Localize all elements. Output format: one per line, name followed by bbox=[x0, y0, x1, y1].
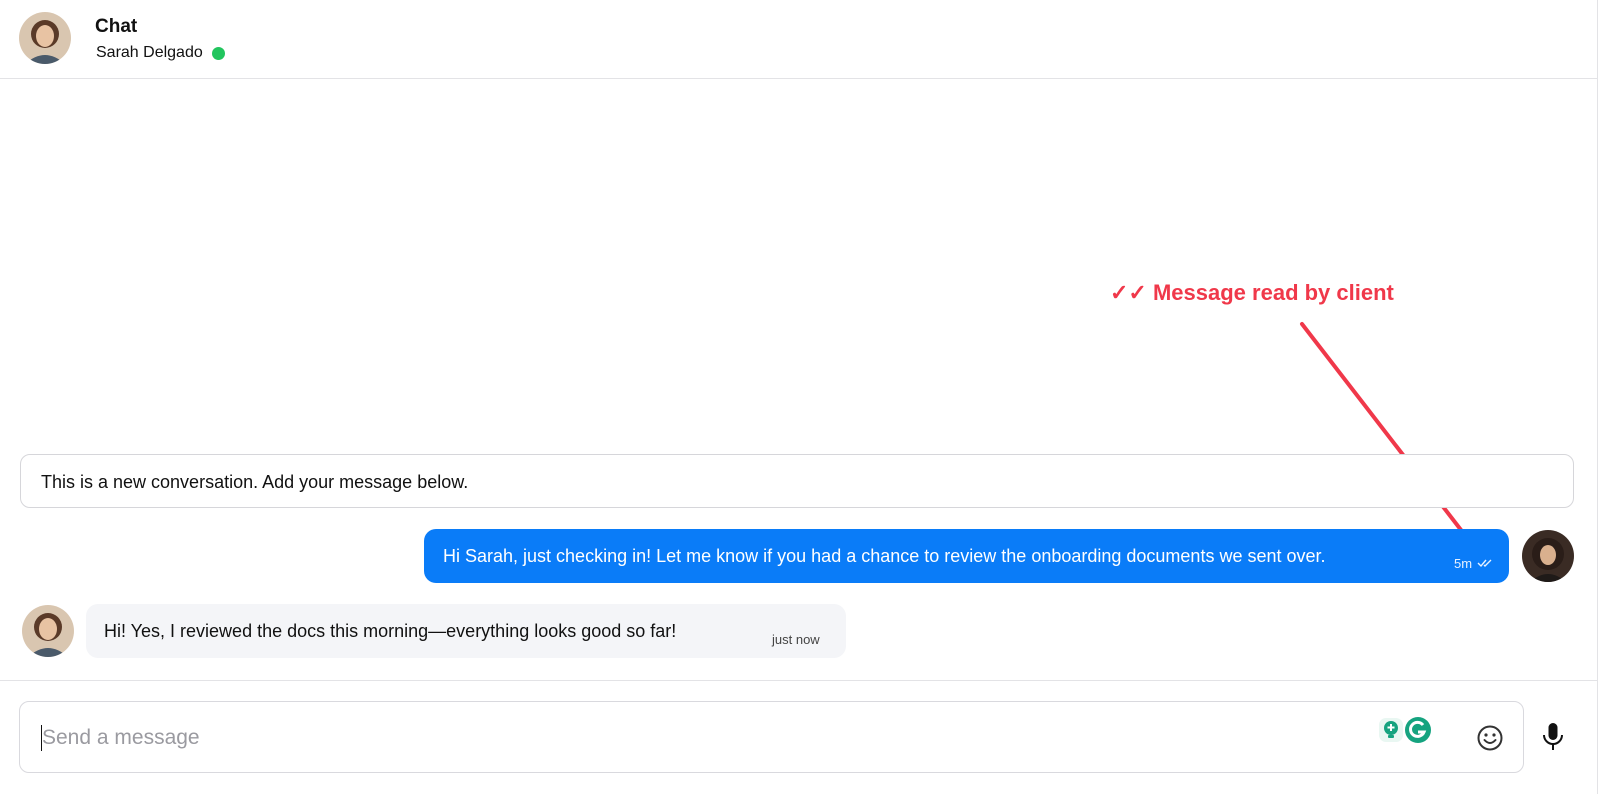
annotation-arrow bbox=[1300, 322, 1493, 571]
panel-divider bbox=[1597, 0, 1598, 794]
page-title: Chat bbox=[95, 16, 138, 37]
microphone-icon[interactable] bbox=[1540, 722, 1566, 752]
double-check-icon bbox=[1477, 559, 1492, 568]
new-conversation-notice: This is a new conversation. Add your mes… bbox=[20, 454, 1574, 508]
message-time: 5m bbox=[1454, 556, 1473, 571]
contact-message-avatar[interactable] bbox=[22, 605, 74, 657]
message-time: just now bbox=[772, 632, 820, 647]
user-avatar[interactable] bbox=[1522, 530, 1574, 582]
contact-name: Sarah Delgado bbox=[96, 44, 203, 61]
composer-divider bbox=[0, 680, 1597, 681]
message-text: Hi! Yes, I reviewed the docs this mornin… bbox=[104, 621, 677, 641]
outgoing-message-bubble[interactable]: Hi Sarah, just checking in! Let me know … bbox=[424, 529, 1509, 583]
online-status-indicator bbox=[212, 47, 225, 60]
grammar-assistant-icon[interactable] bbox=[1378, 716, 1406, 744]
message-input[interactable] bbox=[40, 722, 1344, 754]
chat-header: Chat Sarah Delgado bbox=[0, 0, 1597, 79]
notice-text: This is a new conversation. Add your mes… bbox=[41, 472, 469, 492]
incoming-message-bubble[interactable]: Hi! Yes, I reviewed the docs this mornin… bbox=[86, 604, 846, 658]
annotation-label: ✓✓ Message read by client bbox=[1110, 280, 1394, 305]
emoji-icon[interactable] bbox=[1476, 724, 1504, 752]
contact-avatar[interactable] bbox=[19, 12, 71, 64]
grammarly-icon[interactable] bbox=[1404, 716, 1432, 744]
message-composer bbox=[19, 701, 1524, 773]
text-caret bbox=[41, 725, 42, 751]
message-text: Hi Sarah, just checking in! Let me know … bbox=[443, 546, 1326, 566]
